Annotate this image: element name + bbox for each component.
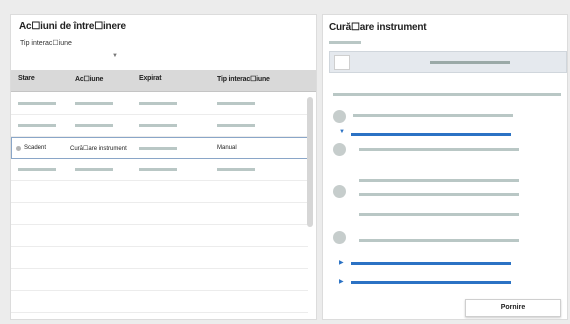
column-header-interaction-type[interactable]: Tip interac☐iune <box>217 75 270 83</box>
table-row[interactable] <box>11 159 308 181</box>
cell-placeholder <box>139 168 177 171</box>
step-text-placeholder <box>359 193 519 196</box>
toolbar <box>329 51 567 73</box>
triangle-right-icon[interactable]: ▶ <box>339 259 344 266</box>
table-row-empty <box>11 203 308 225</box>
table-row[interactable] <box>11 93 308 115</box>
step-indicator-icon <box>333 110 346 123</box>
step-link[interactable] <box>351 281 511 284</box>
cell-placeholder <box>139 102 177 105</box>
step-link[interactable] <box>351 133 511 136</box>
section-divider-placeholder <box>333 93 561 96</box>
cell-placeholder <box>139 147 177 150</box>
cell-placeholder <box>18 168 56 171</box>
cell-placeholder <box>75 168 113 171</box>
filter-label: Tip interac☐iune <box>20 40 72 47</box>
triangle-right-icon[interactable]: ▶ <box>339 278 344 285</box>
subtitle-placeholder <box>329 41 361 44</box>
table-row-selected[interactable]: Scadent Cură☐are instrument Manual <box>11 137 308 159</box>
table-row-empty <box>11 181 308 203</box>
table-row-empty <box>11 291 308 313</box>
step-text-placeholder <box>359 213 519 216</box>
cell-placeholder <box>139 124 177 127</box>
step-text-placeholder <box>353 114 513 117</box>
cell-action: Cură☐are instrument <box>70 146 127 152</box>
step-text-placeholder <box>359 179 519 182</box>
cell-placeholder <box>217 124 255 127</box>
step-indicator-icon <box>333 231 346 244</box>
panel-title: Ac☐iuni de între☐inere <box>19 21 126 32</box>
step-text-placeholder <box>359 148 519 151</box>
select-checkbox[interactable] <box>334 55 350 70</box>
instrument-cleaning-panel: Cură☐are instrument ▼ ▶ ▶ Pornire <box>322 14 568 320</box>
column-header-expired[interactable]: Expirat <box>139 75 162 82</box>
table-row[interactable] <box>11 115 308 137</box>
table-scrollbar[interactable] <box>307 97 313 227</box>
cell-placeholder <box>75 102 113 105</box>
table-row-empty <box>11 225 308 247</box>
column-header-action[interactable]: Ac☐iune <box>75 75 103 83</box>
toolbar-placeholder <box>430 61 510 64</box>
table-header: Stare Ac☐iune Expirat Tip interac☐iune <box>11 70 316 92</box>
step-indicator-icon <box>333 143 346 156</box>
cell-placeholder <box>75 124 113 127</box>
triangle-down-icon[interactable]: ▼ <box>339 129 345 135</box>
start-button[interactable]: Pornire <box>465 299 561 317</box>
app-window: Ac☐iuni de între☐inere Tip interac☐iune … <box>0 0 570 324</box>
step-link[interactable] <box>351 262 511 265</box>
table-row-empty <box>11 247 308 269</box>
cell-interaction-type: Manual <box>217 145 237 151</box>
step-text-placeholder <box>359 239 519 242</box>
column-header-status[interactable]: Stare <box>18 75 35 82</box>
step-indicator-icon <box>333 185 346 198</box>
status-dot-icon <box>16 146 21 151</box>
cell-placeholder <box>18 102 56 105</box>
cell-status: Scadent <box>24 145 47 151</box>
cell-placeholder <box>217 168 255 171</box>
table-row-empty <box>11 269 308 291</box>
panel-title: Cură☐are instrument <box>329 22 427 33</box>
chevron-down-icon: ▼ <box>112 53 118 59</box>
cell-placeholder <box>18 124 56 127</box>
maintenance-actions-panel: Ac☐iuni de între☐inere Tip interac☐iune … <box>10 14 317 320</box>
cell-placeholder <box>217 102 255 105</box>
